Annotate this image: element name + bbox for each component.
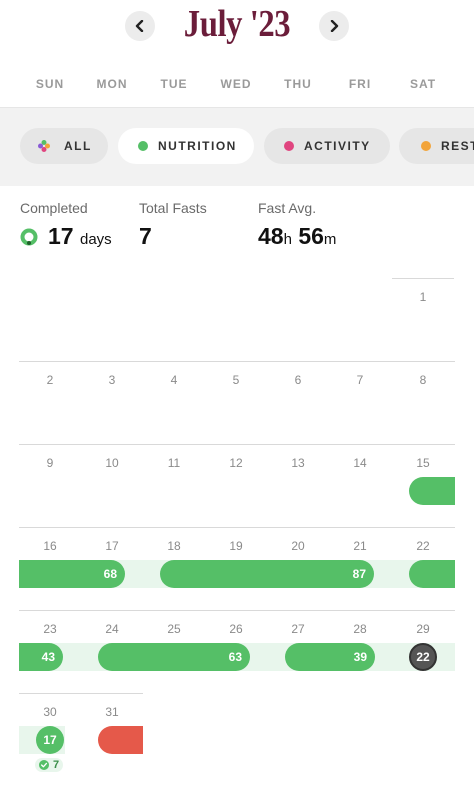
fast-avg-value: 48h 56m bbox=[258, 223, 336, 250]
day-17[interactable]: 17 bbox=[81, 539, 143, 553]
completed-value: 17 days bbox=[48, 223, 112, 250]
rest-dot-icon bbox=[421, 141, 431, 151]
total-fasts-label: Total Fasts bbox=[139, 200, 207, 216]
day-2[interactable]: 2 bbox=[19, 373, 81, 387]
fast-avg-hours-unit: h bbox=[283, 231, 292, 248]
week-divider bbox=[19, 444, 455, 445]
completed-count: 17 bbox=[48, 223, 74, 249]
completed-badge-count: 7 bbox=[53, 759, 60, 771]
day-12[interactable]: 12 bbox=[205, 456, 267, 470]
day-8[interactable]: 8 bbox=[392, 373, 454, 387]
fast-duration-label: 43 bbox=[41, 650, 55, 664]
weekday-sat: SAT bbox=[409, 77, 437, 91]
fast-avg-minutes-unit: m bbox=[323, 231, 337, 248]
day-7[interactable]: 7 bbox=[329, 373, 391, 387]
day-11[interactable]: 11 bbox=[143, 456, 205, 470]
weekday-sun: SUN bbox=[35, 77, 65, 91]
day-19[interactable]: 19 bbox=[205, 539, 267, 553]
day-5[interactable]: 5 bbox=[205, 373, 267, 387]
fast-bar-68[interactable]: 68 bbox=[19, 560, 125, 588]
completed-label: Completed bbox=[20, 200, 88, 216]
filter-rest-label: REST bbox=[441, 139, 474, 153]
day-28[interactable]: 28 bbox=[329, 622, 391, 636]
filter-all-label: ALL bbox=[64, 139, 92, 153]
week-divider bbox=[19, 527, 455, 528]
nutrition-dot-icon bbox=[138, 141, 148, 151]
previous-month-button[interactable] bbox=[125, 11, 155, 41]
fast-bar[interactable] bbox=[409, 477, 455, 505]
chevron-left-icon bbox=[135, 20, 144, 32]
day-13[interactable]: 13 bbox=[267, 456, 329, 470]
day-4[interactable]: 4 bbox=[143, 373, 205, 387]
fast-bar-39[interactable]: 39 bbox=[285, 643, 375, 671]
check-icon bbox=[39, 760, 49, 770]
fast-duration-label: 17 bbox=[43, 733, 57, 747]
day-3[interactable]: 3 bbox=[81, 373, 143, 387]
weekday-row: SUN MON TUE WED THU FRI SAT bbox=[0, 77, 474, 91]
fast-circle-22[interactable]: 22 bbox=[409, 643, 437, 671]
fast-bar[interactable] bbox=[409, 560, 455, 588]
day-10[interactable]: 10 bbox=[81, 456, 143, 470]
weekday-wed: WED bbox=[220, 77, 252, 91]
active-fast-bar[interactable] bbox=[98, 726, 143, 754]
chevron-right-icon bbox=[330, 20, 339, 32]
next-month-button[interactable] bbox=[319, 11, 349, 41]
filter-nutrition-label: NUTRITION bbox=[158, 139, 237, 153]
day-1[interactable]: 1 bbox=[392, 290, 454, 304]
day-20[interactable]: 20 bbox=[267, 539, 329, 553]
week-divider bbox=[19, 693, 143, 694]
fast-duration-label: 87 bbox=[352, 567, 366, 581]
day-24[interactable]: 24 bbox=[81, 622, 143, 636]
day-16[interactable]: 16 bbox=[19, 539, 81, 553]
weekday-fri: FRI bbox=[348, 77, 372, 91]
fasting-calendar-screen: July '23 SUN MON TUE WED THU FRI SAT ALL bbox=[0, 0, 474, 790]
week-divider bbox=[19, 610, 455, 611]
day-25[interactable]: 25 bbox=[143, 622, 205, 636]
fast-avg-hours: 48 bbox=[258, 223, 284, 249]
completed-badge: 7 bbox=[35, 758, 64, 772]
filter-activity-chip[interactable]: ACTIVITY bbox=[264, 128, 390, 164]
fast-bar-43[interactable]: 43 bbox=[19, 643, 63, 671]
filter-all-chip[interactable]: ALL bbox=[20, 128, 108, 164]
fast-duration-label: 63 bbox=[228, 650, 242, 664]
filter-rest-chip[interactable]: REST bbox=[399, 128, 474, 164]
day-31[interactable]: 31 bbox=[81, 705, 143, 719]
fast-avg-minutes: 56 bbox=[298, 223, 324, 249]
day-21[interactable]: 21 bbox=[329, 539, 391, 553]
all-categories-icon bbox=[38, 140, 50, 152]
day-23[interactable]: 23 bbox=[19, 622, 81, 636]
fast-duration-label: 39 bbox=[353, 650, 367, 664]
day-29[interactable]: 29 bbox=[392, 622, 454, 636]
progress-ring-icon bbox=[20, 228, 38, 246]
fast-circle-17[interactable]: 17 bbox=[36, 726, 64, 754]
week-divider bbox=[19, 361, 455, 362]
day-26[interactable]: 26 bbox=[205, 622, 267, 636]
fast-avg-label: Fast Avg. bbox=[258, 200, 317, 216]
day-18[interactable]: 18 bbox=[143, 539, 205, 553]
month-calendar-grid: 1 2 3 4 5 6 7 8 9 10 11 12 13 14 15 16 1… bbox=[0, 270, 474, 790]
weekday-tue: TUE bbox=[160, 77, 188, 91]
weekday-mon: MON bbox=[96, 77, 128, 91]
day-22[interactable]: 22 bbox=[392, 539, 454, 553]
filter-bar: ALL NUTRITION ACTIVITY REST bbox=[0, 108, 474, 186]
fast-bar-63[interactable]: 63 bbox=[98, 643, 250, 671]
weekday-thu: THU bbox=[284, 77, 312, 91]
fast-bar-87[interactable]: 87 bbox=[160, 560, 374, 588]
total-fasts-value: 7 bbox=[139, 223, 152, 249]
filter-activity-label: ACTIVITY bbox=[304, 139, 371, 153]
day-15[interactable]: 15 bbox=[392, 456, 454, 470]
fast-duration-label: 68 bbox=[103, 567, 117, 581]
month-title: July '23 bbox=[183, 3, 291, 45]
day-27[interactable]: 27 bbox=[267, 622, 329, 636]
day-30[interactable]: 30 bbox=[19, 705, 81, 719]
completed-unit: days bbox=[79, 231, 112, 248]
day-6[interactable]: 6 bbox=[267, 373, 329, 387]
week-divider bbox=[392, 278, 454, 279]
calendar-header: July '23 SUN MON TUE WED THU FRI SAT bbox=[0, 0, 474, 108]
filter-nutrition-chip[interactable]: NUTRITION bbox=[118, 128, 254, 164]
day-9[interactable]: 9 bbox=[19, 456, 81, 470]
activity-dot-icon bbox=[284, 141, 294, 151]
fast-duration-label: 22 bbox=[416, 650, 430, 664]
day-14[interactable]: 14 bbox=[329, 456, 391, 470]
